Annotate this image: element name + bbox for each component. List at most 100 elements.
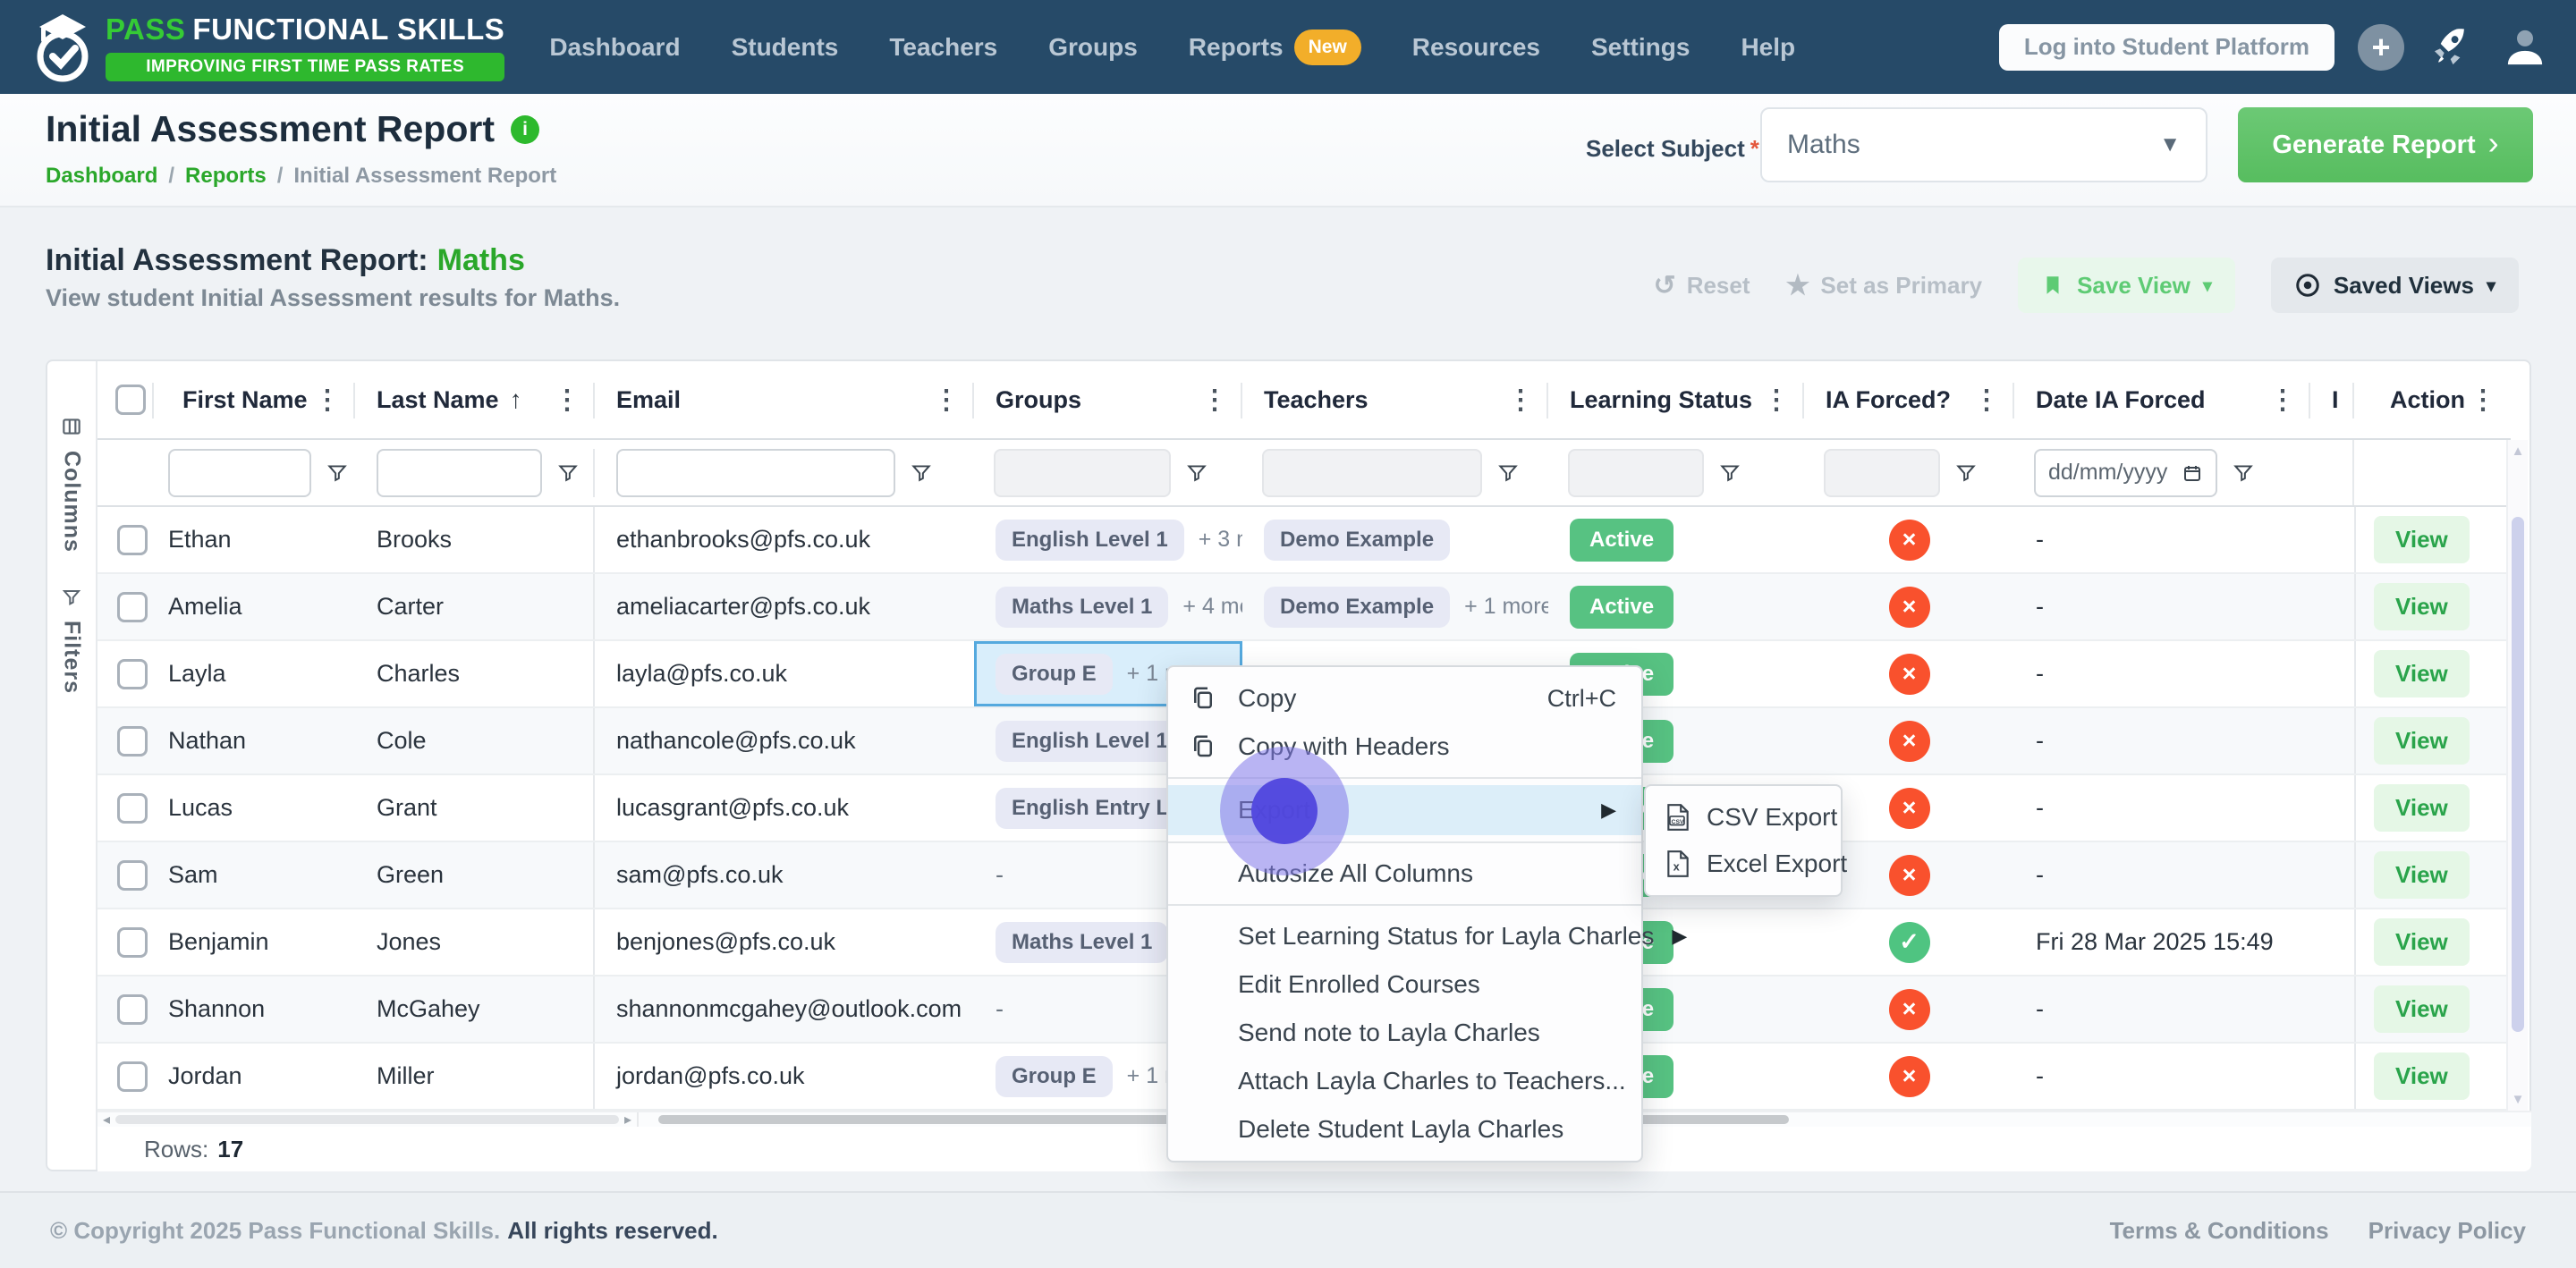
filter-learning-status-box[interactable] <box>1568 448 1704 497</box>
nav-item-teachers[interactable]: Teachers <box>889 33 997 62</box>
submenu-item-excel-export[interactable]: x Excel Export <box>1646 841 1847 887</box>
filter-groups-box[interactable] <box>994 448 1171 497</box>
context-menu-item-attach-layla-charles-to-teachers[interactable]: Attach Layla Charles to Teachers... <box>1168 1057 1641 1105</box>
row-checkbox[interactable] <box>117 658 148 689</box>
view-button[interactable]: View <box>2374 516 2470 563</box>
breadcrumb-dashboard[interactable]: Dashboard <box>46 164 157 189</box>
view-button[interactable]: View <box>2374 985 2470 1033</box>
filter-ia-forced-box[interactable] <box>1824 448 1940 497</box>
nav-item-help[interactable]: Help <box>1741 33 1795 62</box>
nav-item-reports[interactable]: Reports New <box>1189 29 1361 65</box>
column-menu-icon[interactable]: ⋮ <box>1763 385 1790 416</box>
context-menu-item-delete-student-layla-charles[interactable]: Delete Student Layla Charles <box>1168 1105 1641 1154</box>
nav-item-settings[interactable]: Settings <box>1591 33 1690 62</box>
funnel-icon[interactable] <box>2232 461 2255 485</box>
subject-dropdown[interactable]: Maths ▼ <box>1760 107 2207 182</box>
column-menu-icon[interactable]: ⋮ <box>1973 385 2000 416</box>
calendar-icon[interactable] <box>2182 462 2203 484</box>
rail-filters-tab[interactable]: Filters <box>47 587 96 694</box>
view-button[interactable]: View <box>2374 583 2470 630</box>
rail-columns-tab[interactable]: Columns <box>47 415 96 553</box>
brand-logo[interactable]: PASS FUNCTIONAL SKILLS IMPROVING FIRST TI… <box>34 10 505 85</box>
filter-first-name-input[interactable] <box>168 448 311 497</box>
more-count-text[interactable]: + 4 more <box>1182 594 1242 620</box>
column-header-learning-status[interactable]: Learning Status ⋮ <box>1548 361 1804 438</box>
view-button[interactable]: View <box>2374 1052 2470 1100</box>
reset-button[interactable]: ↺ Reset <box>1654 270 1750 301</box>
column-header-groups[interactable]: Groups ⋮ <box>974 361 1242 438</box>
row-checkbox[interactable] <box>117 792 148 824</box>
row-checkbox[interactable] <box>117 859 148 891</box>
context-menu-item-set-learning-status-for-layla-charles[interactable]: Set Learning Status for Layla Charles ▶ <box>1168 912 1687 960</box>
column-menu-icon[interactable]: ⋮ <box>2470 385 2496 416</box>
funnel-icon[interactable] <box>1718 461 1741 485</box>
view-button[interactable]: View <box>2374 717 2470 765</box>
funnel-icon[interactable] <box>1185 461 1208 485</box>
context-menu-item-autosize-all-columns[interactable]: Autosize All Columns <box>1168 850 1641 898</box>
breadcrumb-reports[interactable]: Reports <box>185 164 267 189</box>
filter-date-input[interactable]: dd/mm/yyyy <box>2034 448 2218 497</box>
funnel-icon[interactable] <box>1954 461 1978 485</box>
view-button[interactable]: View <box>2374 784 2470 832</box>
saved-views-button[interactable]: Saved Views ▾ <box>2270 258 2519 313</box>
column-header-truncated[interactable]: I <box>2310 361 2354 438</box>
funnel-icon[interactable] <box>556 461 580 485</box>
generate-report-button[interactable]: Generate Report › <box>2238 107 2533 182</box>
row-checkbox[interactable] <box>117 725 148 757</box>
vertical-scrollbar[interactable]: ▲ ▼ <box>2506 440 2528 1111</box>
filter-last-name-input[interactable] <box>377 448 542 497</box>
table-row[interactable]: Amelia Carter ameliacarter@pfs.co.uk Mat… <box>97 574 2511 641</box>
funnel-icon[interactable] <box>326 461 349 485</box>
info-icon[interactable]: i <box>511 114 540 144</box>
view-button[interactable]: View <box>2374 918 2470 966</box>
user-avatar-icon[interactable] <box>2501 23 2549 72</box>
funnel-icon[interactable] <box>1496 461 1520 485</box>
nav-item-resources[interactable]: Resources <box>1412 33 1540 62</box>
context-menu-item-send-note-to-layla-charles[interactable]: Send note to Layla Charles <box>1168 1009 1641 1057</box>
row-checkbox[interactable] <box>117 1061 148 1092</box>
column-header-first-name[interactable]: First Name ⋮ <box>154 361 355 438</box>
context-menu-item-edit-enrolled-courses[interactable]: Edit Enrolled Courses <box>1168 960 1641 1009</box>
column-header-date-ia-forced[interactable]: Date IA Forced ⋮ <box>2014 361 2310 438</box>
nav-item-groups[interactable]: Groups <box>1048 33 1138 62</box>
set-as-primary-button[interactable]: ★ Set as Primary <box>1786 270 1983 301</box>
row-checkbox[interactable] <box>117 926 148 958</box>
nav-item-students[interactable]: Students <box>732 33 839 62</box>
column-menu-icon[interactable]: ⋮ <box>314 385 341 416</box>
column-menu-icon[interactable]: ⋮ <box>1507 385 1534 416</box>
filter-teachers-box[interactable] <box>1262 448 1482 497</box>
column-menu-icon[interactable]: ⋮ <box>1201 385 1228 416</box>
view-button[interactable]: View <box>2374 851 2470 899</box>
column-menu-icon[interactable]: ⋮ <box>2269 385 2296 416</box>
context-menu-item-export[interactable]: Export ▶ <box>1168 785 1641 835</box>
row-checkbox[interactable] <box>117 591 148 622</box>
column-header-email[interactable]: Email ⋮ <box>595 361 974 438</box>
row-checkbox[interactable] <box>117 524 148 555</box>
context-menu-item-copy[interactable]: Copy Ctrl+C <box>1168 674 1641 723</box>
more-count-text[interactable]: + 3 more <box>1199 527 1242 553</box>
login-student-platform-button[interactable]: Log into Student Platform <box>1998 23 2334 71</box>
row-checkbox[interactable] <box>117 993 148 1025</box>
h-scroll-thumb-left[interactable] <box>115 1115 619 1124</box>
add-plus-icon[interactable]: + <box>2358 23 2404 71</box>
terms-link[interactable]: Terms & Conditions <box>2110 1217 2329 1245</box>
table-row[interactable]: Ethan Brooks ethanbrooks@pfs.co.uk Engli… <box>97 507 2511 574</box>
select-all-checkbox[interactable] <box>115 385 146 415</box>
v-scroll-thumb[interactable] <box>2512 517 2524 1032</box>
column-header-teachers[interactable]: Teachers ⋮ <box>1242 361 1548 438</box>
column-menu-icon[interactable]: ⋮ <box>554 385 580 416</box>
view-button[interactable]: View <box>2374 650 2470 697</box>
column-header-ia-forced[interactable]: IA Forced? ⋮ <box>1804 361 2014 438</box>
nav-item-dashboard[interactable]: Dashboard <box>549 33 680 62</box>
column-header-action[interactable]: Action ⋮ <box>2354 361 2511 438</box>
privacy-link[interactable]: Privacy Policy <box>2368 1217 2526 1245</box>
rocket-icon[interactable] <box>2428 22 2478 72</box>
filter-email-input[interactable] <box>616 448 895 497</box>
column-menu-icon[interactable]: ⋮ <box>933 385 960 416</box>
context-menu-item-copy-with-headers[interactable]: Copy with Headers <box>1168 723 1641 771</box>
save-view-button[interactable]: Save View ▾ <box>2018 258 2235 313</box>
submenu-item-csv-export[interactable]: CSV CSV Export <box>1646 794 1841 841</box>
column-header-last-name[interactable]: Last Name ↑ ⋮ <box>355 361 595 438</box>
funnel-icon[interactable] <box>910 461 933 485</box>
more-count-text[interactable]: + 1 more <box>1464 594 1548 620</box>
